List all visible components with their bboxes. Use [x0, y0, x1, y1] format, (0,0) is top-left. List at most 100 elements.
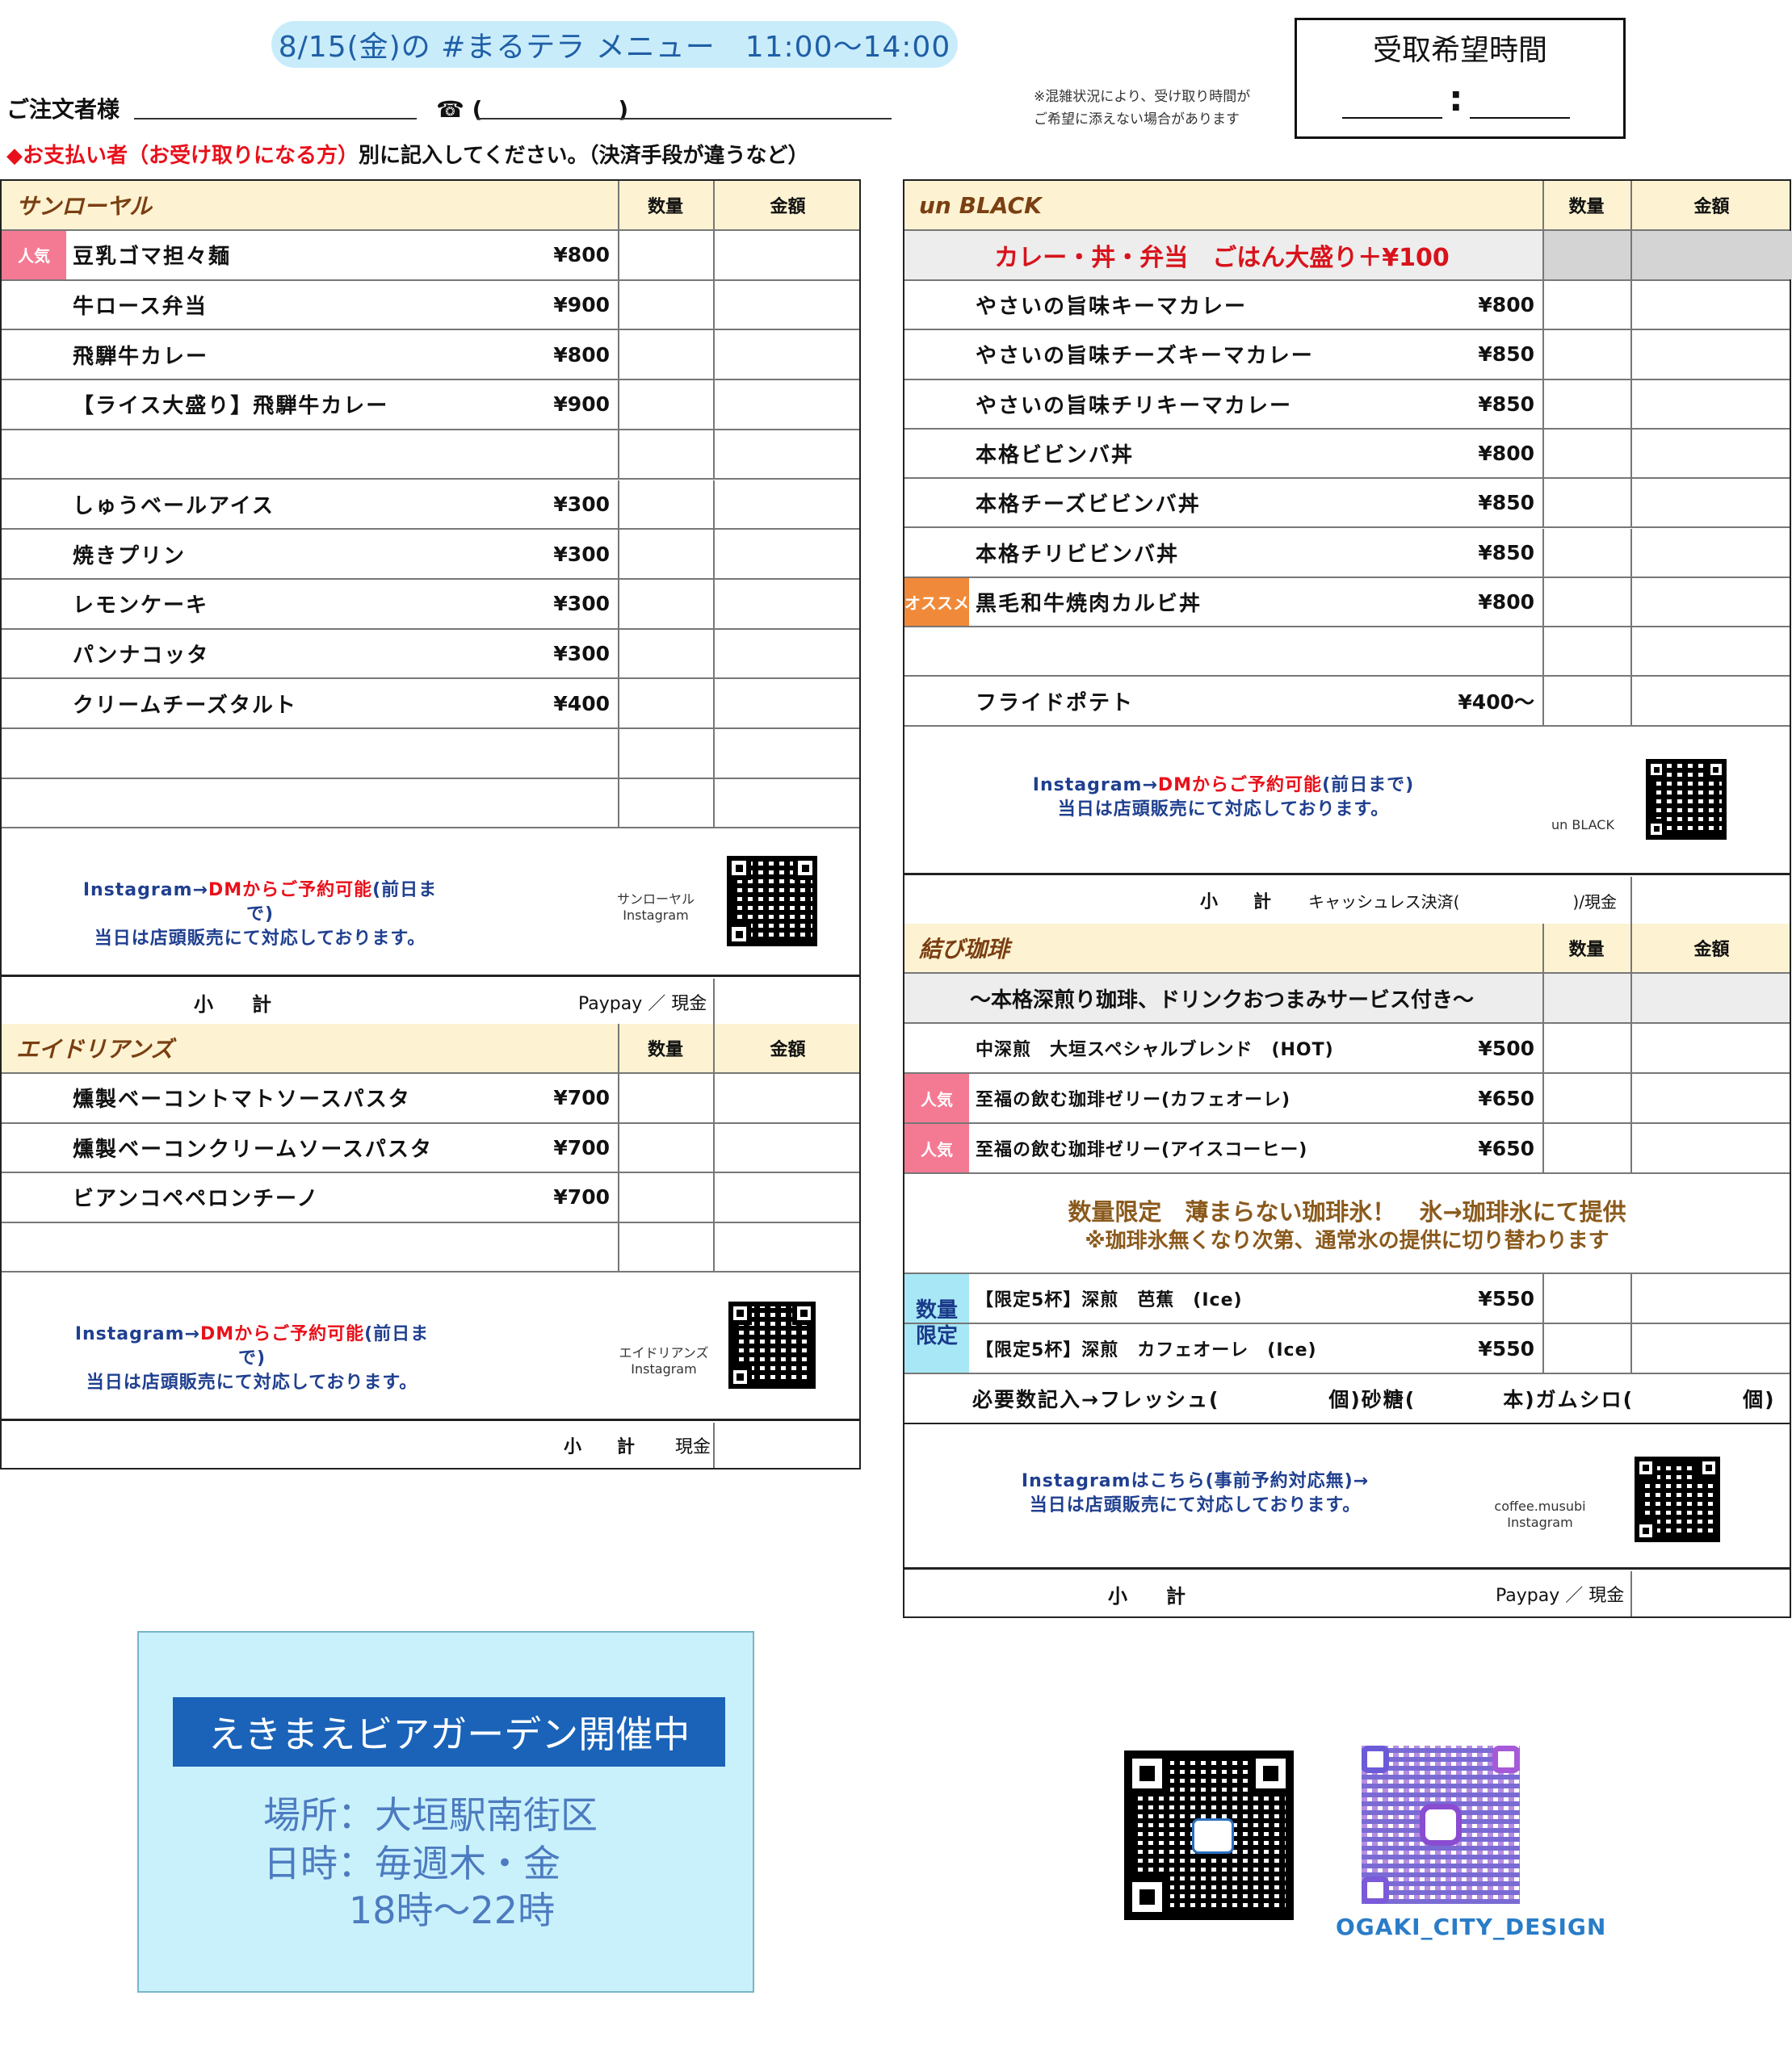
- sanroyal-subtotal: 小 計 Paypay ／ 現金: [2, 979, 859, 1027]
- unblack-subtotal-label: 小 計: [1200, 892, 1272, 912]
- menu-item-name: 中深煎 大垣スペシャルブレンド (HOT): [976, 1040, 1334, 1060]
- pickup-time-box[interactable]: 受取希望時間 :: [1295, 18, 1626, 139]
- unblack-table: un BLACK 数量 金額 カレー・丼・弁当 ごはん大盛り＋¥100 やさいの…: [903, 179, 1792, 925]
- pickup-note: ※混雑状況により、受け取り時間が ご希望に添えない場合があります: [1034, 86, 1250, 131]
- unblack-payment: キャッシュレス決済( )/現金: [1308, 891, 1617, 912]
- amount-header: 金額: [1693, 197, 1730, 217]
- menu-row[interactable]: やさいの旨味チーズキーマカレー ¥850: [904, 330, 1790, 380]
- page-title: 8/15(金)の #まるテラ メニュー 11:00～14:00: [271, 21, 958, 68]
- menu-item-name: 燻製ベーコントマトソースパスタ: [73, 1088, 411, 1113]
- amount-header: 金額: [770, 197, 806, 217]
- menu-item-price: ¥550: [1478, 1286, 1534, 1310]
- menu-item-name: 【ライス大盛り】飛騨牛カレー: [73, 394, 389, 419]
- tel-field[interactable]: [476, 118, 892, 119]
- menu-item-name: 燻製ベーコンクリームソースパスタ: [73, 1137, 433, 1162]
- menu-item-price: ¥300: [553, 542, 610, 566]
- musubi-instagram: Instagramはこちら(事前予約対応無)→ 当日は店頭販売にて対応しておりま…: [904, 1424, 1790, 1570]
- amount-header: 金額: [1693, 940, 1730, 960]
- unblack-instagram: Instagram→DMからご予約可能(前日まで) 当日は店頭販売にて対応してお…: [904, 727, 1790, 875]
- sanroyal-header: サンローヤル 数量 金額: [2, 181, 859, 231]
- menu-row[interactable]: 人気 豆乳ゴマ担々麺 ¥800: [2, 231, 859, 281]
- menu-row[interactable]: 【限定5杯】深煎 カフェオーレ (Ice) ¥550: [904, 1324, 1790, 1374]
- menu-row[interactable]: 【限定5杯】深煎 芭蕉 (Ice) ¥550: [904, 1274, 1790, 1324]
- menu-row[interactable]: 【ライス大盛り】飛騨牛カレー ¥900: [2, 380, 859, 430]
- menu-item-name: 【限定5杯】深煎 カフェオーレ (Ice): [976, 1340, 1317, 1361]
- menu-row[interactable]: 燻製ベーコントマトソースパスタ ¥700: [2, 1074, 859, 1124]
- pickup-note-line1: ※混雑状況により、受け取り時間が: [1034, 89, 1251, 105]
- orderer-name-field[interactable]: [134, 118, 417, 119]
- menu-row[interactable]: 焼きプリン ¥300: [2, 530, 859, 580]
- musubi-qr-icon[interactable]: [1635, 1457, 1720, 1542]
- adriance-payment: 現金: [675, 1437, 711, 1457]
- beer-garden-banner: えきまえビアガーデン開催中: [173, 1697, 725, 1767]
- unblack-banner: カレー・丼・弁当 ごはん大盛り＋¥100: [994, 244, 1450, 272]
- adriance-header: エイドリアンズ 数量 金額: [2, 1024, 859, 1074]
- pickup-minute-line: [1470, 117, 1570, 119]
- menu-item-name: 【限定5杯】深煎 芭蕉 (Ice): [976, 1290, 1243, 1310]
- ogaki-city-design-label: OGAKI_CITY_DESIGN: [1336, 1914, 1607, 1940]
- menu-item-price: ¥800: [1478, 442, 1534, 466]
- musubi-subtotal: 小 計 Paypay ／ 現金: [904, 1571, 1790, 1618]
- qty-header: 数量: [1568, 940, 1605, 960]
- unblack-insta-text: Instagram→DMからご予約可能(前日まで) 当日は店頭販売にて対応してお…: [1032, 775, 1415, 820]
- menu-row[interactable]: 燻製ベーコンクリームソースパスタ ¥700: [2, 1123, 859, 1173]
- menu-row[interactable]: パンナコッタ ¥300: [2, 629, 859, 680]
- beer-garden-date: 日時：毎週木・金: [263, 1842, 560, 1885]
- menu-row[interactable]: 本格チーズビビンバ丼 ¥850: [904, 479, 1790, 529]
- menu-item-name: やさいの旨味キーマカレー: [976, 295, 1248, 320]
- adriance-table: エイドリアンズ 数量 金額 燻製ベーコントマトソースパスタ ¥700 燻製ベーコンク…: [0, 1024, 861, 1470]
- menu-row[interactable]: オススメ 黒毛和牛焼肉カルビ丼 ¥800: [904, 577, 1790, 628]
- musubi-banner-row: ～本格深煎り珈琲、ドリンクおつまみサービス付き～: [904, 974, 1790, 1024]
- menu-row[interactable]: 人気 至福の飲む珈琲ゼリー(アイスコーヒー) ¥650: [904, 1124, 1790, 1174]
- menu-row[interactable]: 人気 至福の飲む珈琲ゼリー(カフェオーレ) ¥650: [904, 1074, 1790, 1124]
- ogaki-instagram-qr-icon[interactable]: [1362, 1746, 1520, 1904]
- menu-item-price: ¥400: [553, 691, 610, 715]
- adriance-qr-icon[interactable]: [728, 1302, 816, 1389]
- menu-row[interactable]: 飛騨牛カレー ¥800: [2, 330, 859, 381]
- menu-item-name: フライドポテト: [976, 690, 1135, 715]
- menu-row[interactable]: やさいの旨味チリキーマカレー ¥850: [904, 379, 1790, 430]
- menu-item-price: ¥700: [553, 1135, 610, 1159]
- limited-notice-line1: 数量限定 薄まらない珈琲氷！ 氷→珈琲氷にて提供: [1068, 1198, 1626, 1226]
- menu-item-name: クリームチーズタルト: [73, 693, 297, 718]
- unblack-qr-icon[interactable]: [1646, 759, 1727, 840]
- sanroyal-title: サンローヤル: [16, 193, 153, 220]
- menu-row[interactable]: やさいの旨味キーマカレー ¥800: [904, 281, 1790, 331]
- sanroyal-subtotal-label: 小 計: [194, 992, 271, 1016]
- menu-row[interactable]: クリームチーズタルト ¥400: [2, 679, 859, 729]
- adriance-qr-caption: エイドリアンズ Instagram: [619, 1345, 709, 1377]
- menu-item-price: ¥850: [1478, 491, 1534, 515]
- menu-row[interactable]: [904, 627, 1790, 677]
- menu-row[interactable]: [2, 1222, 859, 1272]
- menu-row[interactable]: [2, 778, 859, 829]
- menu-item-price: ¥900: [553, 392, 610, 417]
- sanroyal-table: サンローヤル 数量 金額 人気 豆乳ゴマ担々麺 ¥800 牛ロース弁当 ¥900 飛騨牛カ…: [0, 179, 861, 1027]
- extras-fields: 必要数記入→フレッシュ( 個)砂糖( 本)ガムシロ( 個): [972, 1388, 1776, 1411]
- menu-row[interactable]: フライドポテト ¥400～: [904, 677, 1790, 727]
- menu-row[interactable]: [2, 729, 859, 779]
- menu-item-name: レモンケーキ: [73, 593, 209, 618]
- beer-garden-place: 場所：大垣駅南街区: [263, 1793, 598, 1837]
- menu-row[interactable]: しゅうベールアイス ¥300: [2, 480, 859, 530]
- unblack-title: un BLACK: [919, 191, 1042, 219]
- adriance-title: エイドリアンズ: [16, 1036, 174, 1063]
- menu-row[interactable]: 本格ビビンバ丼 ¥800: [904, 429, 1790, 480]
- pickup-colon: :: [1449, 78, 1463, 119]
- menu-row[interactable]: 本格チリビビンバ丼 ¥850: [904, 528, 1790, 578]
- qty-header: 数量: [1568, 197, 1605, 217]
- menu-item-price: ¥300: [553, 492, 610, 516]
- menu-row[interactable]: 中深煎 大垣スペシャルブレンド (HOT) ¥500: [904, 1024, 1790, 1074]
- menu-item-name: 飛騨牛カレー: [73, 344, 209, 369]
- musubi-header: 結び珈琲 数量 金額: [904, 924, 1790, 974]
- menu-row[interactable]: 牛ロース弁当 ¥900: [2, 280, 859, 331]
- musubi-extras-row[interactable]: 必要数記入→フレッシュ( 個)砂糖( 本)ガムシロ( 個): [904, 1374, 1790, 1424]
- menu-row[interactable]: ビアンコペペロンチーノ ¥700: [2, 1173, 859, 1223]
- menu-row[interactable]: [2, 430, 859, 480]
- unblack-qr-caption: un BLACK: [1551, 817, 1614, 832]
- menu-item-price: ¥400～: [1458, 690, 1534, 715]
- musubi-payment: Paypay ／ 現金: [1496, 1586, 1625, 1606]
- menu-row[interactable]: レモンケーキ ¥300: [2, 579, 859, 630]
- marutera-qr-icon[interactable]: [1124, 1750, 1294, 1920]
- sanroyal-qr-icon[interactable]: [727, 856, 817, 946]
- menu-item-name: 本格ビビンバ丼: [976, 443, 1135, 468]
